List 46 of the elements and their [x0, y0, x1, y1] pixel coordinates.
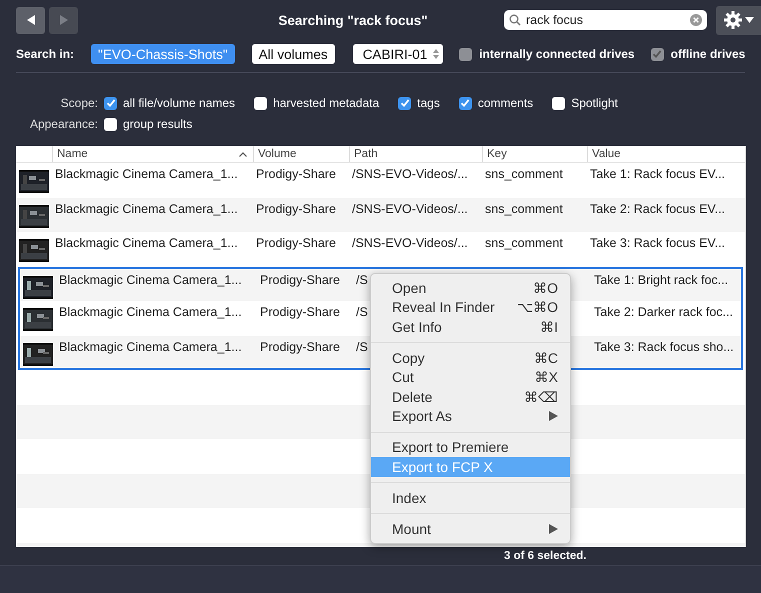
shortcut-label: ⌘C — [534, 350, 558, 366]
shortcut-label: ⌘X — [534, 369, 558, 386]
table-cell: Blackmagic Cinema Camera_1... — [59, 305, 242, 319]
table-cell: sns_comment — [485, 202, 563, 216]
window-title: Searching "rack focus" — [277, 12, 429, 28]
table-cell: Take 1: Rack focus EV... — [590, 167, 726, 181]
checkbox-label: all file/volume names — [123, 96, 236, 110]
table-cell: /S — [356, 340, 368, 354]
table-cell: Prodigy-Share — [260, 305, 340, 319]
table-cell: /S — [356, 305, 368, 319]
checkbox-label: internally connected drives — [479, 47, 635, 61]
checkbox-label: harvested metadata — [273, 96, 380, 110]
table-cell: Blackmagic Cinema Camera_1... — [55, 167, 238, 181]
table-cell: Prodigy-Share — [256, 167, 336, 181]
table-cell: Take 1: Bright rack foc... — [594, 272, 728, 286]
table-cell: Prodigy-Share — [256, 236, 336, 250]
checkbox-label: offline drives — [670, 47, 746, 61]
table-cell: Prodigy-Share — [260, 340, 340, 354]
table-cell: Take 3: Rack focus sho... — [594, 340, 734, 354]
table-cell: Blackmagic Cinema Camera_1... — [59, 272, 242, 286]
checkbox-label: Spotlight — [571, 96, 618, 110]
table-cell: Blackmagic Cinema Camera_1... — [55, 202, 238, 216]
table-cell: sns_comment — [485, 167, 563, 181]
table-cell: Blackmagic Cinema Camera_1... — [55, 236, 238, 250]
status-text: 3 of 6 selected. — [504, 550, 586, 562]
table-cell: Blackmagic Cinema Camera_1... — [59, 340, 242, 354]
shortcut-label: ⌘⌫ — [524, 388, 558, 405]
shortcut-label: ⌥⌘O — [517, 299, 558, 316]
table-cell: Take 3: Rack focus EV... — [590, 236, 726, 250]
checkbox-label: tags — [417, 96, 440, 110]
shortcut-label: ⌘O — [533, 280, 558, 296]
table-cell: /SNS-EVO-Videos/... — [352, 167, 468, 181]
table-cell: sns_comment — [485, 236, 563, 250]
table-cell: Prodigy-Share — [260, 272, 340, 286]
checkbox-label: group results — [123, 117, 192, 131]
appearance-label: Appearance: — [28, 117, 99, 131]
table-cell: /SNS-EVO-Videos/... — [352, 202, 468, 216]
search-in-label: Search in: — [16, 47, 74, 61]
table-cell: Prodigy-Share — [256, 202, 336, 216]
table-cell: /S — [356, 272, 368, 286]
table-cell: Take 2: Rack focus EV... — [590, 202, 726, 216]
shortcut-label: ⌘I — [540, 318, 558, 335]
scope-label: Scope: — [60, 96, 99, 110]
table-cell: Take 2: Darker rack foc... — [594, 305, 733, 319]
table-cell: /SNS-EVO-Videos/... — [352, 236, 468, 250]
checkbox-label: comments — [478, 96, 534, 110]
